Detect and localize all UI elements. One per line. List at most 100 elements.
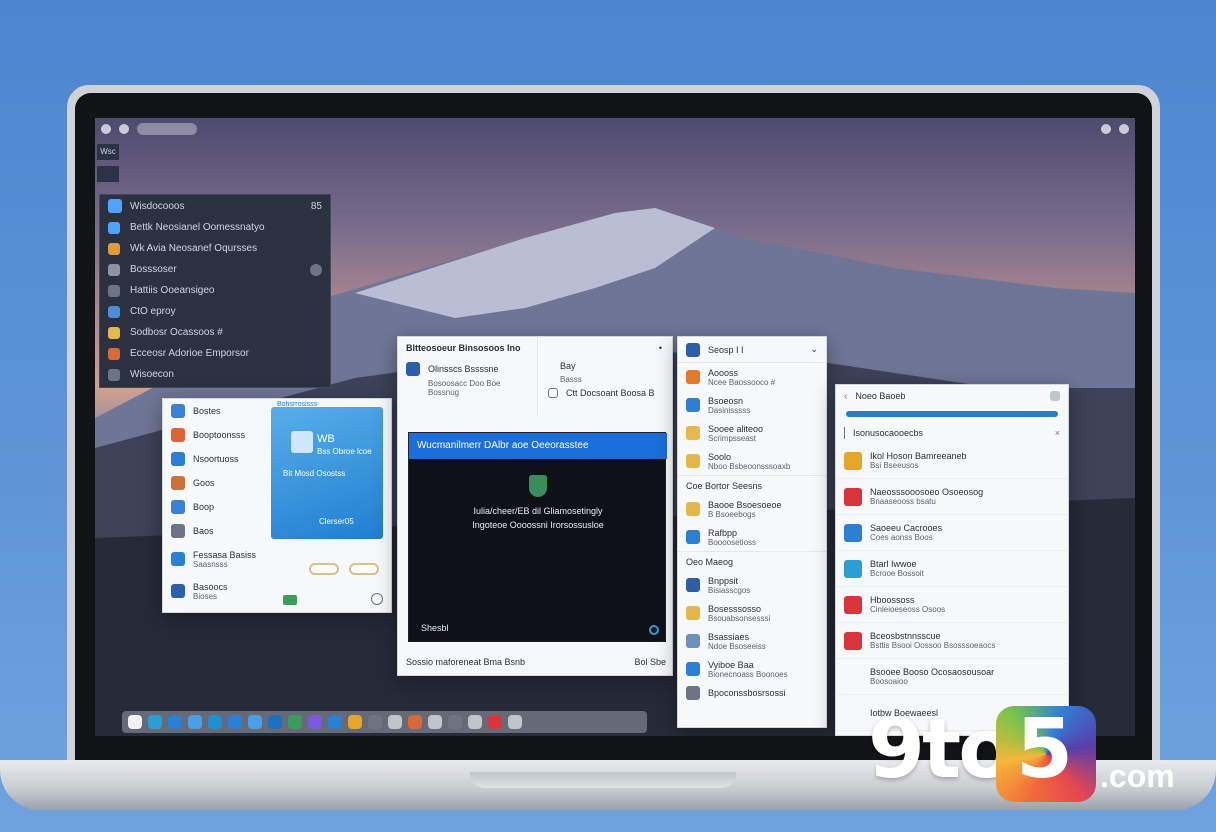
list-item-label: Bnppsit — [708, 575, 739, 586]
back-icon[interactable]: ‹ — [844, 391, 847, 402]
settings-row[interactable]: Bostes — [163, 399, 269, 423]
dock-app-icon[interactable] — [148, 715, 162, 729]
settings-list: Bostes Booptoonsss Nsoortuoss Goos Boop Baos F… — [163, 399, 269, 614]
list-item[interactable]: Bsassiaes Ndoe Bsoseeiss — [678, 627, 826, 655]
dock-app-icon[interactable] — [368, 715, 382, 729]
play-icon[interactable] — [649, 625, 659, 635]
sidebar-item[interactable]: Ecceosr Adorioe Emporsor — [100, 343, 330, 364]
feed-item[interactable]: Bsooee Booso Ocosaosousoar Boosoaioo — [836, 659, 1068, 695]
close-icon[interactable]: • — [659, 343, 662, 353]
list-item[interactable]: Bnppsit Bisiasscgos — [678, 571, 826, 599]
sidebar-item[interactable]: Wk Avia Neosanef Oqursses — [100, 238, 330, 259]
feed-item[interactable]: Saoeeu Cacrooes Coes aonss Boos — [836, 515, 1068, 551]
sidebar-item[interactable]: Hattiis Ooeansigeo — [100, 280, 330, 301]
cancel-button[interactable] — [309, 563, 339, 575]
settings-row[interactable]: Nsoortuoss — [163, 447, 269, 471]
settings-row-icon — [171, 524, 185, 538]
dock-app-icon[interactable] — [228, 715, 242, 729]
settings-row[interactable]: Fessasa Basiss Saasnsss — [163, 543, 269, 575]
sidebar-item-label: Wisoecon — [130, 369, 174, 380]
settings-row[interactable]: Booptoonsss — [163, 423, 269, 447]
sidebar-item[interactable]: Sodbosr Ocassoos # — [100, 322, 330, 343]
pane-sub-right: Basss — [560, 374, 582, 384]
dock-app-icon[interactable] — [268, 715, 282, 729]
feed-item[interactable]: Hboossoss Cinleioeseoss Osoos — [836, 587, 1068, 623]
search-pill[interactable] — [137, 123, 197, 135]
dock-app-icon[interactable] — [468, 715, 482, 729]
dock-app-icon[interactable] — [128, 715, 142, 729]
settings-row[interactable]: Basoocs Bioses — [163, 575, 269, 607]
apple-icon[interactable] — [101, 124, 111, 134]
sidebar-item[interactable]: Wisoecon — [100, 364, 330, 385]
pane-line-right-text: Ctt Docsoant Boosa B — [566, 388, 655, 398]
control-center-icon[interactable] — [1119, 124, 1129, 134]
settings-row-icon — [171, 452, 185, 466]
dock-app-icon[interactable] — [508, 715, 522, 729]
sidebar-item-label: Bosssoser — [130, 264, 177, 275]
profile-card[interactable]: Bohsrrosisss WB Bss Obroe lcoe Bit Mosd … — [271, 401, 383, 539]
list-item-sub: Dasinisssss — [708, 405, 751, 415]
feed-item-sub: Boosoaioo — [870, 677, 908, 686]
menu-icon[interactable] — [1050, 391, 1060, 401]
sidebar-item[interactable]: CtO eproy — [100, 301, 330, 322]
list-item[interactable]: Baooe Bsoesoeoe B Bsoeebogs — [678, 495, 826, 523]
left-tile[interactable] — [97, 166, 119, 182]
list-item[interactable]: Bpoconssbosrsossi — [678, 683, 826, 703]
settings-row[interactable]: Boop — [163, 495, 269, 519]
list-item[interactable]: Sooee aliteoo Scrimpsseast — [678, 419, 826, 447]
app-icon[interactable] — [119, 124, 129, 134]
video-player[interactable]: Wucmanilmerr DAlbr aoe Oeeorasstee Iulia… — [408, 432, 667, 642]
feed-item[interactable]: Naeosssooosoeo Osoeosog Bnaaseooss bsatu — [836, 479, 1068, 515]
chevron-down-icon[interactable]: ⌄ — [810, 344, 818, 355]
feed-item-sub: Coes aonss Boos — [870, 533, 933, 542]
list-item[interactable]: Vyiboe Baa Bionecnoass Boonoes — [678, 655, 826, 683]
settings-row-icon — [171, 500, 185, 514]
settings-icon[interactable] — [1101, 124, 1111, 134]
dock-app-icon[interactable] — [188, 715, 202, 729]
dock-app-icon[interactable] — [288, 715, 302, 729]
toggle-icon[interactable] — [310, 263, 322, 276]
left-tile-label[interactable]: Wsc — [97, 144, 119, 160]
list-item[interactable]: Bsoeosn Dasinisssss — [678, 391, 826, 419]
feed-item[interactable]: Btarl Iwwoe Bcrooe Bossoit — [836, 551, 1068, 587]
list-item[interactable]: Rafbpp Boooosetioss — [678, 523, 826, 551]
feed-item-icon — [844, 523, 862, 542]
pane-row[interactable]: Olinsscs Bssssne — [398, 359, 537, 379]
feed-item[interactable]: Ikol Hoson Bamreeaneb Bsi Bseeusos — [836, 443, 1068, 479]
close-icon[interactable]: × — [1055, 428, 1060, 438]
list-item[interactable]: Oeo Maeog — [678, 551, 826, 571]
dock-app-icon[interactable] — [208, 715, 222, 729]
sidebar-item[interactable]: Bettk Neosianel Oomessnatyo — [100, 217, 330, 238]
settings-row[interactable]: Baos — [163, 519, 269, 543]
video-left-pane: Bltteosoeur Binsosoos Ino Olinsscs Bssss… — [398, 337, 538, 415]
pane-line-right[interactable]: Ctt Docsoant Boosa B — [540, 385, 670, 401]
list-item[interactable]: Bosesssosso Bsouabsonsesssi — [678, 599, 826, 627]
list-item-icon — [686, 454, 700, 468]
feed-items: Ikol Hoson Bamreeaneb Bsi Bseeusos Naeosss… — [836, 443, 1068, 731]
sidebar-item[interactable]: Bosssoser — [100, 259, 330, 280]
dock-app-icon[interactable] — [328, 715, 342, 729]
feed-item-icon — [844, 595, 862, 614]
dock-app-icon[interactable] — [308, 715, 322, 729]
video-bottom-right[interactable]: Bol Sbe — [634, 657, 666, 667]
dock-app-icon[interactable] — [388, 715, 402, 729]
dock-app-icon[interactable] — [348, 715, 362, 729]
sidebar-badge[interactable]: 85 — [311, 201, 322, 212]
confirm-button[interactable] — [349, 563, 379, 575]
list-item[interactable]: Soolo Nboo Bsbeoonsssoaxb — [678, 447, 826, 475]
list-item[interactable]: Aoooss Ncee Baossooco # — [678, 363, 826, 391]
dock-app-icon[interactable] — [488, 715, 502, 729]
dock-app-icon[interactable] — [428, 715, 442, 729]
dock-app-icon[interactable] — [168, 715, 182, 729]
settings-row[interactable]: Goos — [163, 471, 269, 495]
card-footer: Clerser05 — [319, 517, 354, 526]
feed-search-row[interactable]: Isonusocaooecbs × — [836, 423, 1068, 443]
sidebar-item-label: Hattiis Ooeansigeo — [130, 285, 215, 296]
list-item[interactable]: Coe Bortor Seesns — [678, 475, 826, 495]
sidebar-title: Wisdocooos — [130, 200, 185, 212]
dock-app-icon[interactable] — [448, 715, 462, 729]
refresh-icon[interactable] — [371, 593, 383, 605]
feed-item[interactable]: Bceosbstnnsscue Bsttis Bsooi Oossoo Bsoss… — [836, 623, 1068, 659]
dock-app-icon[interactable] — [408, 715, 422, 729]
dock-app-icon[interactable] — [248, 715, 262, 729]
